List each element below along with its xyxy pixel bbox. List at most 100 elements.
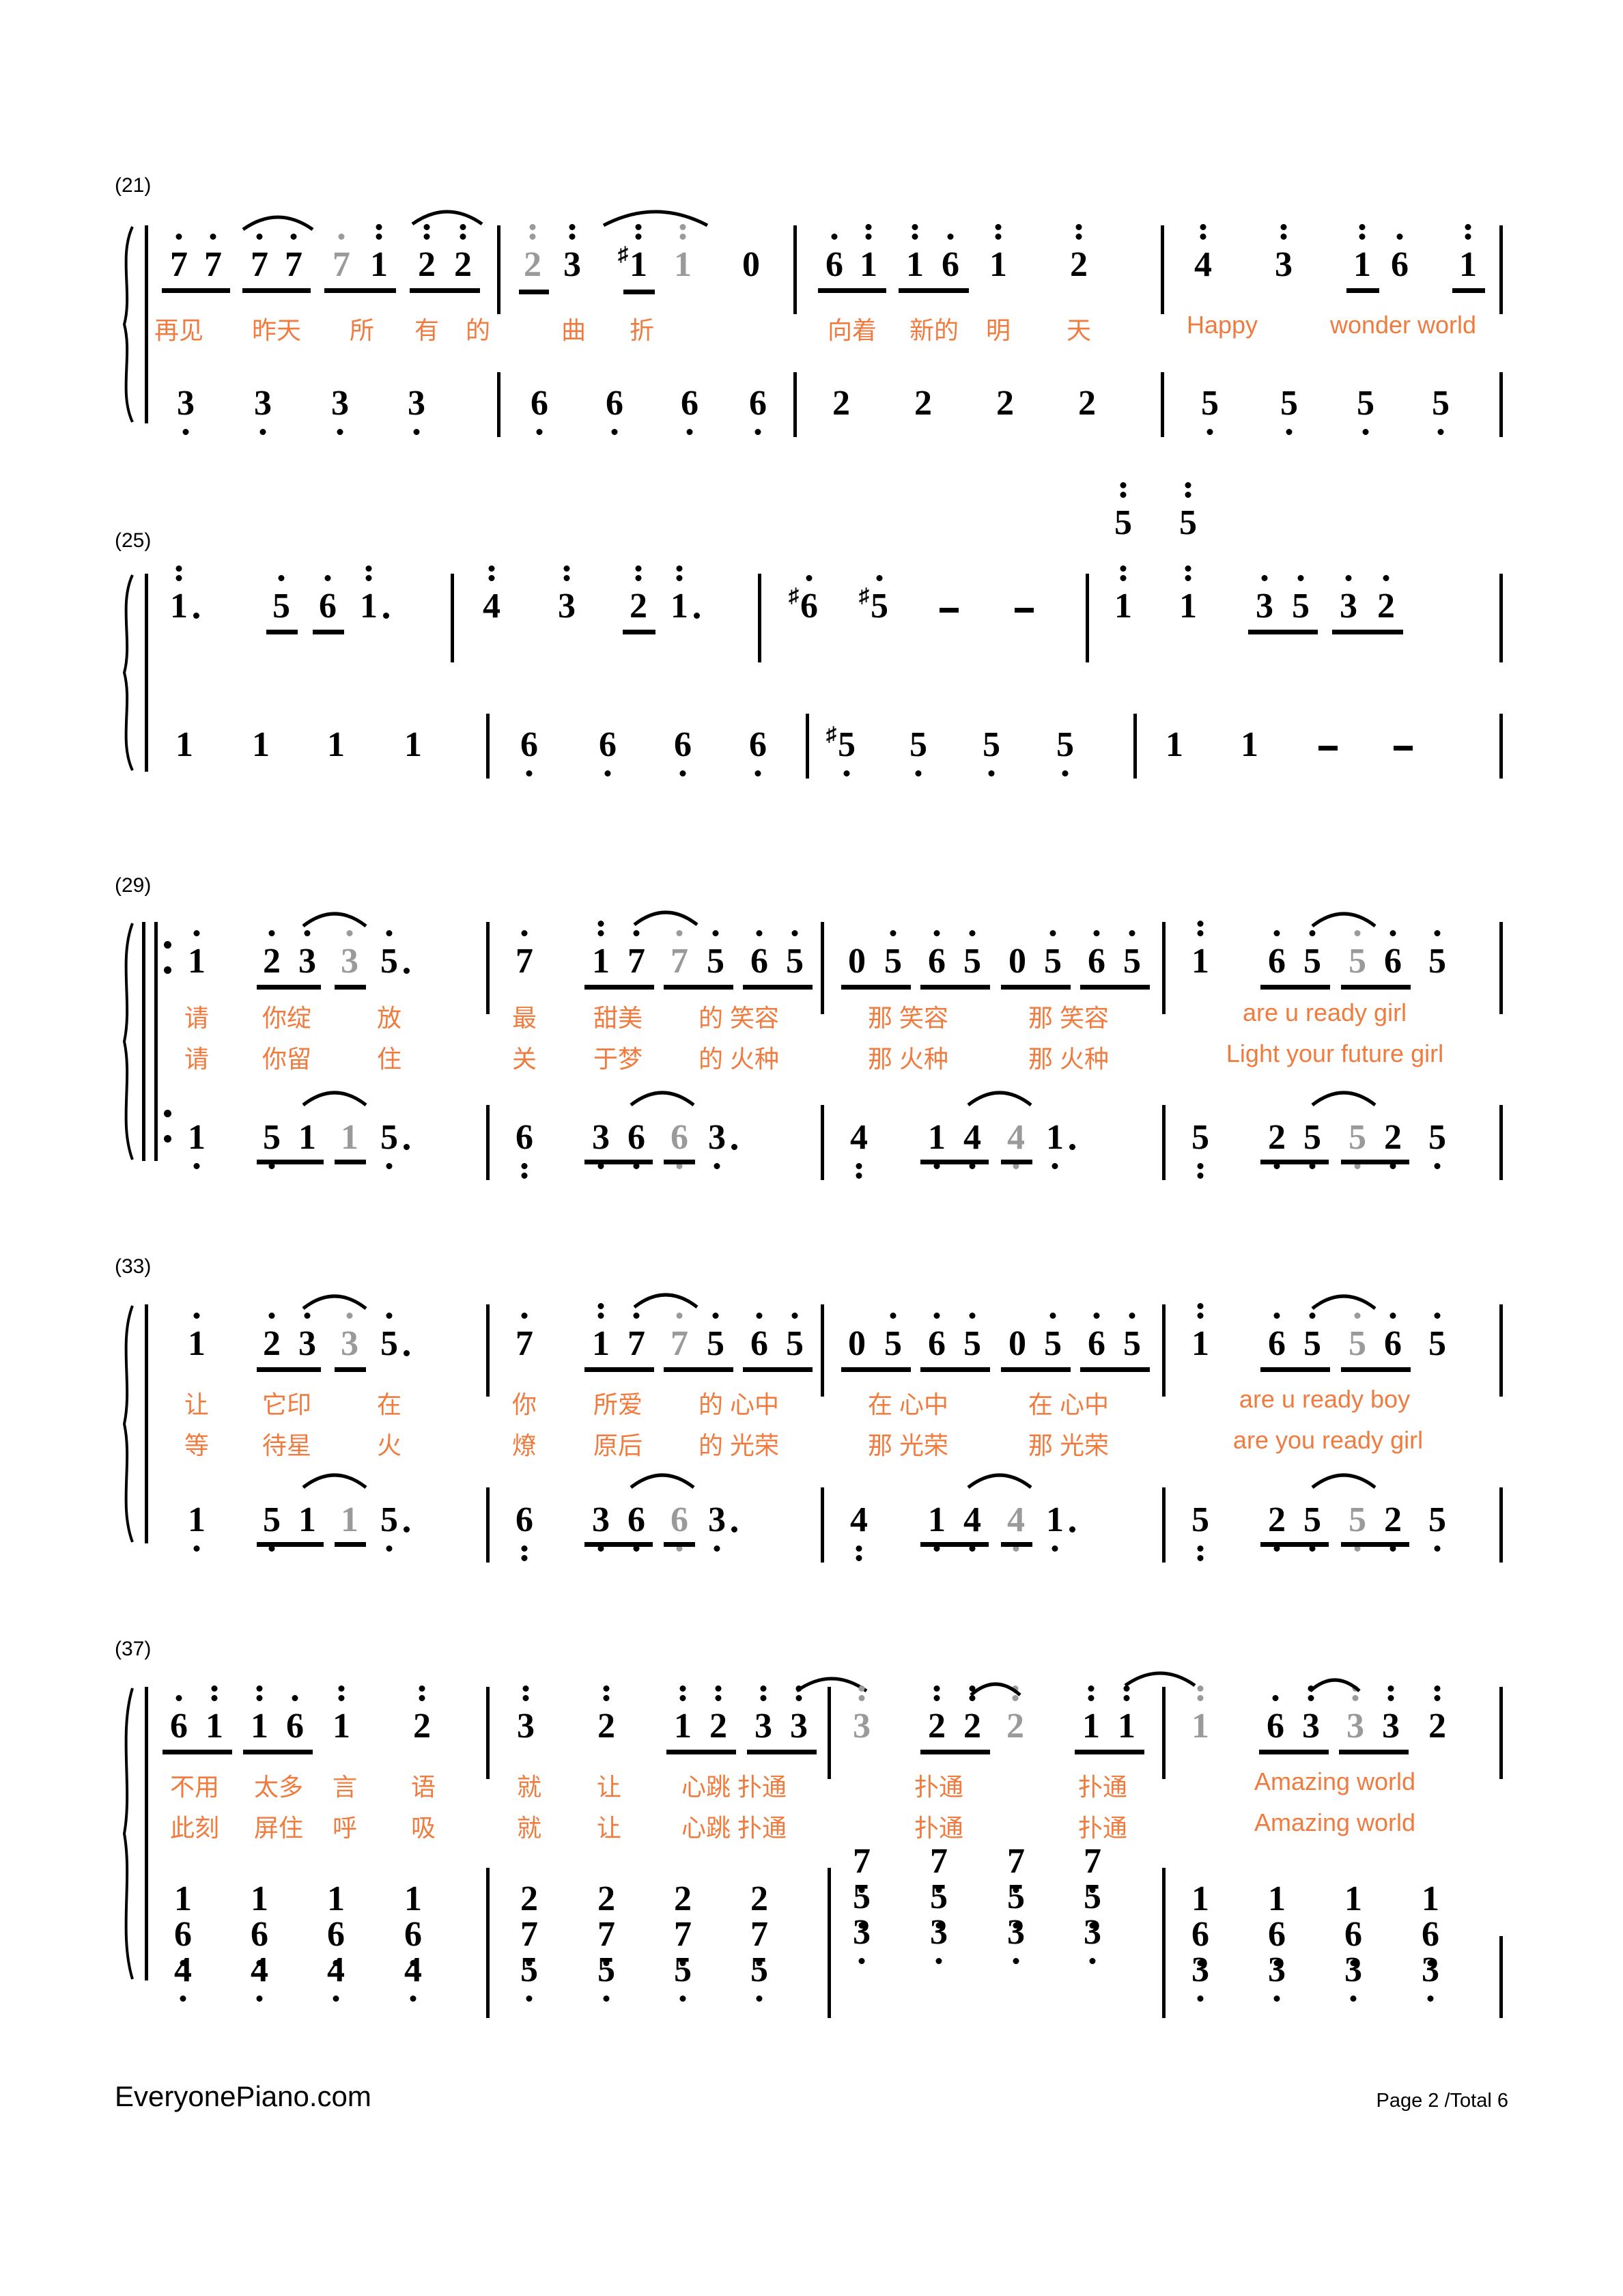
note: 6 bbox=[1268, 930, 1286, 979]
tie bbox=[1310, 901, 1378, 929]
note: 3 bbox=[754, 1685, 772, 1744]
lyric: are you ready girl bbox=[1232, 1426, 1424, 1454]
system-start-barline bbox=[145, 574, 148, 772]
note: 5 bbox=[380, 1313, 410, 1362]
barline bbox=[1162, 1687, 1166, 1779]
lyric: 的 光荣 bbox=[698, 1431, 780, 1459]
barline bbox=[1161, 372, 1164, 437]
bass-note: 1 bbox=[251, 1879, 268, 1918]
note: 4 bbox=[483, 565, 500, 624]
tie bbox=[300, 1463, 369, 1490]
note: 1 bbox=[370, 224, 388, 283]
sustain-dash bbox=[940, 608, 959, 613]
note: 5 bbox=[884, 930, 902, 979]
beam bbox=[1080, 985, 1150, 990]
barline-end bbox=[1499, 1105, 1503, 1180]
bass-note: 2 bbox=[1268, 1120, 1286, 1169]
note: 2 bbox=[597, 1685, 615, 1744]
note: 5 bbox=[786, 930, 804, 979]
lyric: 那 火种 bbox=[1028, 1045, 1110, 1073]
note: 6 bbox=[928, 1313, 946, 1362]
measure-number-37: (37) bbox=[115, 1638, 152, 1660]
bass-chord: 1 6 4 bbox=[251, 1879, 268, 2002]
lyric: 屏住 bbox=[253, 1814, 304, 1842]
bass-note: 6 bbox=[1422, 1917, 1439, 1966]
note: 7 bbox=[627, 1313, 645, 1362]
barline-end bbox=[1499, 372, 1503, 437]
note: 2 bbox=[263, 930, 281, 979]
lyric: 那 光荣 bbox=[867, 1431, 949, 1459]
grand-staff-brace bbox=[115, 225, 138, 423]
beam bbox=[584, 985, 654, 990]
beam bbox=[1332, 630, 1403, 634]
tie bbox=[632, 900, 700, 927]
lyric: 让 bbox=[596, 1814, 622, 1842]
measure-number-33: (33) bbox=[115, 1255, 152, 1278]
note: 1 bbox=[674, 1685, 692, 1744]
beam bbox=[920, 1750, 990, 1754]
bass-note: 5 bbox=[1007, 1879, 1025, 1929]
bass-note: 6 bbox=[606, 386, 623, 435]
grand-staff-brace bbox=[115, 922, 138, 1161]
note: 5 bbox=[963, 930, 981, 979]
beam bbox=[584, 1160, 653, 1164]
barline bbox=[828, 1868, 831, 2018]
beam bbox=[1001, 985, 1071, 990]
note: 2 bbox=[263, 1313, 281, 1362]
note: 3 bbox=[1275, 224, 1293, 283]
tie bbox=[965, 1080, 1034, 1108]
note: 5 bbox=[786, 1313, 804, 1362]
bass-note: 1 bbox=[1166, 725, 1183, 764]
tie bbox=[628, 1463, 696, 1490]
bass-note: 5 bbox=[1428, 1120, 1446, 1169]
beam bbox=[920, 1367, 990, 1372]
barline bbox=[806, 714, 809, 779]
beam bbox=[1260, 1542, 1329, 1547]
note: 6 bbox=[1384, 930, 1402, 979]
lyric: are u ready girl bbox=[1242, 998, 1407, 1026]
note: 1 bbox=[1118, 1685, 1135, 1744]
bass-note-ghost: 4 bbox=[1007, 1120, 1025, 1169]
lyric: 扑通 bbox=[1077, 1814, 1128, 1842]
beam bbox=[257, 985, 321, 990]
barline-end bbox=[1499, 1304, 1503, 1397]
tie bbox=[1310, 1284, 1378, 1311]
note: 6 bbox=[825, 234, 843, 283]
bass-note: 6 bbox=[1268, 1917, 1286, 1966]
note-ghost: 3 bbox=[341, 930, 358, 979]
tie bbox=[300, 1284, 369, 1311]
grand-staff-brace bbox=[115, 1304, 138, 1543]
lyric: 关 bbox=[511, 1045, 537, 1073]
bass-note: 5 bbox=[1357, 386, 1374, 435]
bass-note: 5 bbox=[263, 1120, 281, 1169]
beam bbox=[243, 1750, 313, 1754]
beam bbox=[1248, 630, 1318, 634]
barline bbox=[1162, 1105, 1166, 1180]
bass-note: 5 bbox=[380, 1502, 410, 1552]
beam bbox=[1346, 288, 1379, 293]
bass-note: 3 bbox=[1344, 1952, 1362, 2002]
beam bbox=[335, 1367, 366, 1372]
bass-note: 1 bbox=[1422, 1879, 1439, 1918]
bass-note: 4 bbox=[850, 1120, 868, 1179]
lyric: 于梦 bbox=[593, 1045, 643, 1073]
note: 1 bbox=[592, 921, 610, 979]
bass-note: 4 bbox=[963, 1502, 981, 1552]
bass-note: 3 bbox=[1268, 1952, 1286, 2002]
beam bbox=[335, 1542, 366, 1547]
lyric: 你绽 bbox=[262, 1004, 312, 1032]
bass-note: 7 bbox=[930, 1844, 948, 1893]
note: 1 bbox=[1191, 921, 1209, 979]
lyric: 扑通 bbox=[914, 1773, 964, 1801]
bass-chord: 1 6 3 bbox=[1422, 1879, 1439, 2002]
bass-note: 6 bbox=[1191, 1917, 1209, 1966]
lyric: 昨天 bbox=[251, 316, 302, 344]
bass-chord: 2 7 5 bbox=[674, 1881, 692, 2002]
note: 5 bbox=[272, 575, 290, 624]
beam bbox=[163, 1750, 232, 1754]
barline bbox=[451, 574, 454, 662]
beam bbox=[920, 1160, 989, 1164]
bass-note: 4 bbox=[963, 1120, 981, 1169]
note: ♯ 1 bbox=[618, 224, 647, 283]
bass-note: 6 bbox=[520, 727, 538, 776]
